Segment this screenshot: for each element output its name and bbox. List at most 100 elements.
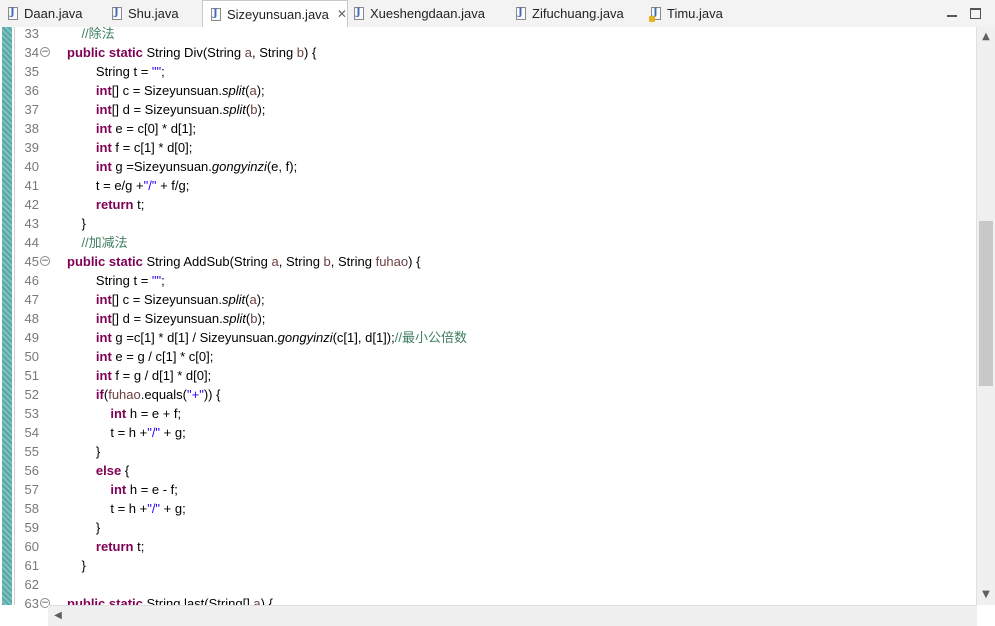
code-line[interactable]: 43 }	[0, 214, 960, 233]
code-token: }	[67, 444, 101, 459]
code-line[interactable]: 46 String t = "";	[0, 271, 960, 290]
code-line[interactable]: 41 t = e/g +"/" + f/g;	[0, 176, 960, 195]
code-token: int	[95, 349, 112, 364]
horizontal-scrollbar[interactable]: ◀	[48, 605, 977, 626]
java-file-icon: J	[516, 7, 526, 20]
code-text: int h = e + f;	[67, 404, 181, 423]
tab-daan[interactable]: J Daan.java	[0, 0, 83, 27]
code-text: int[] c = Sizeyunsuan.split(a);	[67, 290, 265, 309]
scroll-up-icon[interactable]: ▲	[977, 29, 995, 45]
code-line[interactable]: 61 }	[0, 556, 960, 575]
code-text: int g =c[1] * d[1] / Sizeyunsuan.gongyin…	[67, 328, 467, 347]
line-number: 35	[24, 64, 39, 79]
code-text: int f = g / d[1] * d[0];	[67, 366, 211, 385]
scroll-left-icon[interactable]: ◀	[50, 606, 66, 626]
line-number: 44	[24, 235, 39, 250]
code-token: //最小公倍数	[394, 330, 467, 345]
code-line[interactable]: 35 String t = "";	[0, 62, 960, 81]
code-line[interactable]: 58 t = h +"/" + g;	[0, 499, 960, 518]
vertical-scrollbar[interactable]: ▲ ▼	[976, 27, 995, 605]
line-number: 47	[24, 292, 39, 307]
code-token: split	[222, 83, 246, 98]
code-line[interactable]: 48 int[] d = Sizeyunsuan.split(b);	[0, 309, 960, 328]
code-line[interactable]: 57 int h = e - f;	[0, 480, 960, 499]
code-line[interactable]: 53 int h = e + f;	[0, 404, 960, 423]
code-line[interactable]: 55 }	[0, 442, 960, 461]
code-text: String t = "";	[67, 271, 165, 290]
code-line[interactable]: 52 if(fuhao.equals("+")) {	[0, 385, 960, 404]
code-token: "/"	[147, 501, 161, 516]
tab-shu[interactable]: J Shu.java	[104, 0, 179, 27]
line-number: 59	[24, 520, 39, 535]
code-token: gongyinzi	[277, 330, 333, 345]
code-token: t = h +	[67, 501, 148, 516]
code-token: ;	[161, 64, 165, 79]
code-editor[interactable]: 33 //除法 34− public static String Div(Strin…	[0, 24, 995, 626]
code-token: int	[95, 368, 112, 383]
code-line[interactable]: 33 //除法	[0, 24, 960, 43]
code-line[interactable]: 38 int e = c[0] * d[1];	[0, 119, 960, 138]
code-text: public static String Div(String a, Strin…	[67, 43, 316, 62]
code-line[interactable]: 50 int e = g / c[1] * c[0];	[0, 347, 960, 366]
line-number: 46	[24, 273, 39, 288]
code-token: , String	[251, 45, 297, 60]
code-token: int	[95, 102, 112, 117]
tab-timu[interactable]: J Timu.java	[643, 0, 723, 27]
code-line[interactable]: 49 int g =c[1] * d[1] / Sizeyunsuan.gong…	[0, 328, 960, 347]
java-file-warning-icon: J	[649, 7, 661, 22]
code-line[interactable]: 37 int[] d = Sizeyunsuan.split(b);	[0, 100, 960, 119]
code-line[interactable]: 60 return t;	[0, 537, 960, 556]
line-number: 39	[24, 140, 39, 155]
code-line[interactable]: 47 int[] c = Sizeyunsuan.split(a);	[0, 290, 960, 309]
code-line[interactable]: 44 //加减法	[0, 233, 960, 252]
maximize-button[interactable]	[967, 5, 983, 21]
tab-zifuchuang[interactable]: J Zifuchuang.java	[508, 0, 624, 27]
code-token: "/"	[147, 425, 161, 440]
line-number: 48	[24, 311, 39, 326]
code-text: //加减法	[67, 233, 128, 252]
line-number: 33	[24, 26, 39, 41]
code-text: return t;	[67, 195, 144, 214]
code-token: g =Sizeyunsuan.	[111, 159, 212, 174]
fold-collapse-icon[interactable]: −	[40, 47, 50, 57]
code-token: a	[249, 83, 257, 98]
minimize-button[interactable]	[944, 5, 960, 21]
vertical-scroll-thumb[interactable]	[979, 221, 993, 386]
code-line[interactable]: 54 t = h +"/" + g;	[0, 423, 960, 442]
scroll-down-icon[interactable]: ▼	[977, 587, 995, 603]
code-token: if	[95, 387, 104, 402]
code-token: {	[121, 463, 130, 478]
code-line[interactable]: 56 else {	[0, 461, 960, 480]
code-text: int g =Sizeyunsuan.gongyinzi(e, f);	[67, 157, 297, 176]
code-token: int	[110, 482, 127, 497]
code-line[interactable]: 51 int f = g / d[1] * d[0];	[0, 366, 960, 385]
code-line[interactable]: 42 return t;	[0, 195, 960, 214]
code-token: }	[67, 558, 86, 573]
code-line[interactable]: 34− public static String Div(String a, St…	[0, 43, 960, 62]
code-token: e = g / c[1] * c[0];	[111, 349, 214, 364]
code-line[interactable]: 59 }	[0, 518, 960, 537]
code-token: int	[95, 121, 112, 136]
code-token: //加减法	[67, 235, 128, 250]
code-line[interactable]: 45− public static String AddSub(String a,…	[0, 252, 960, 271]
code-token: .equals(	[140, 387, 187, 402]
code-line[interactable]: 39 int f = c[1] * d[0];	[0, 138, 960, 157]
minimize-icon	[947, 15, 957, 17]
line-number: 34	[24, 45, 39, 60]
line-number: 62	[24, 577, 39, 592]
tab-xueshengdaan[interactable]: J Xueshengdaan.java	[346, 0, 485, 27]
code-line[interactable]: 40 int g =Sizeyunsuan.gongyinzi(e, f);	[0, 157, 960, 176]
line-number: 57	[24, 482, 39, 497]
code-token: int	[95, 292, 112, 307]
code-token: t;	[133, 197, 145, 212]
fold-collapse-icon[interactable]: −	[40, 256, 50, 266]
code-line[interactable]: 62	[0, 575, 960, 594]
code-token: return	[95, 539, 134, 554]
code-line[interactable]: 36 int[] c = Sizeyunsuan.split(a);	[0, 81, 960, 100]
